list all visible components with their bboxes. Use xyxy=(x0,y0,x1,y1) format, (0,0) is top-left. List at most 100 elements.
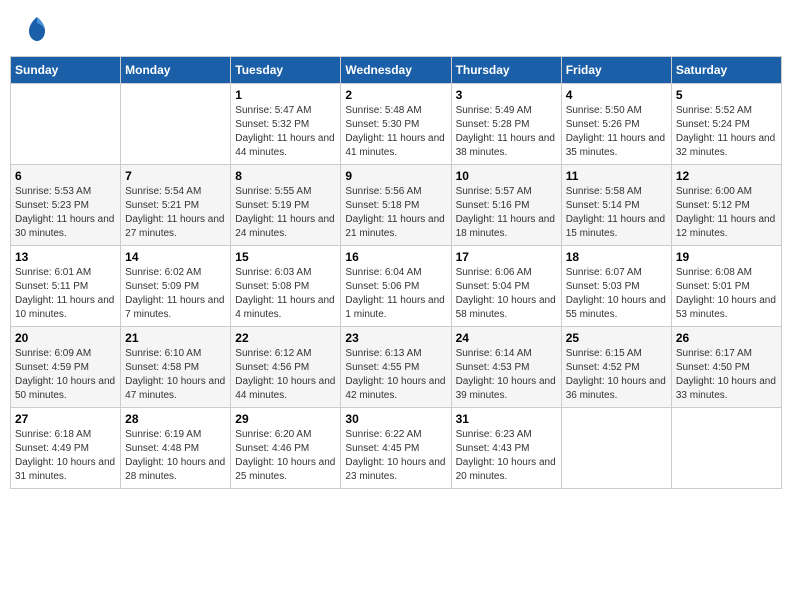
day-number: 10 xyxy=(456,169,557,183)
day-number: 12 xyxy=(676,169,777,183)
day-info: Sunrise: 6:10 AMSunset: 4:58 PMDaylight:… xyxy=(125,347,226,403)
day-info: Sunrise: 5:54 AMSunset: 5:21 PMDaylight:… xyxy=(125,185,226,241)
page-header xyxy=(10,10,782,48)
day-number: 20 xyxy=(15,331,116,345)
calendar-day-cell: 24 Sunrise: 6:14 AMSunset: 4:53 PMDayligh… xyxy=(451,327,561,408)
calendar-day-cell: 18 Sunrise: 6:07 AMSunset: 5:03 PMDayligh… xyxy=(561,246,671,327)
day-number: 31 xyxy=(456,412,557,426)
day-number: 16 xyxy=(345,250,446,264)
weekday-header: Saturday xyxy=(671,57,781,84)
calendar-day-cell: 27 Sunrise: 6:18 AMSunset: 4:49 PMDayligh… xyxy=(11,408,121,489)
calendar-day-cell: 1 Sunrise: 5:47 AMSunset: 5:32 PMDaylight… xyxy=(231,84,341,165)
day-info: Sunrise: 6:23 AMSunset: 4:43 PMDaylight:… xyxy=(456,428,557,484)
calendar-day-cell: 26 Sunrise: 6:17 AMSunset: 4:50 PMDayligh… xyxy=(671,327,781,408)
calendar-day-cell: 23Sunrise: 6:13 AMSunset: 4:55 PMDayligh… xyxy=(341,327,451,408)
calendar-day-cell: 4 Sunrise: 5:50 AMSunset: 5:26 PMDaylight… xyxy=(561,84,671,165)
day-number: 14 xyxy=(125,250,226,264)
day-info: Sunrise: 5:52 AMSunset: 5:24 PMDaylight:… xyxy=(676,104,777,160)
calendar-day-cell: 17Sunrise: 6:06 AMSunset: 5:04 PMDayligh… xyxy=(451,246,561,327)
calendar-week-row: 20 Sunrise: 6:09 AMSunset: 4:59 PMDayligh… xyxy=(11,327,782,408)
calendar-day-cell: 8 Sunrise: 5:55 AMSunset: 5:19 PMDaylight… xyxy=(231,165,341,246)
day-number: 15 xyxy=(235,250,336,264)
logo-icon xyxy=(23,15,51,43)
calendar-day-cell: 6Sunrise: 5:53 AMSunset: 5:23 PMDaylight… xyxy=(11,165,121,246)
day-number: 3 xyxy=(456,88,557,102)
day-info: Sunrise: 5:49 AMSunset: 5:28 PMDaylight:… xyxy=(456,104,557,160)
day-info: Sunrise: 5:50 AMSunset: 5:26 PMDaylight:… xyxy=(566,104,667,160)
calendar-day-cell: 29 Sunrise: 6:20 AMSunset: 4:46 PMDayligh… xyxy=(231,408,341,489)
day-info: Sunrise: 6:00 AMSunset: 5:12 PMDaylight:… xyxy=(676,185,777,241)
calendar-day-cell: 11 Sunrise: 5:58 AMSunset: 5:14 PMDayligh… xyxy=(561,165,671,246)
day-info: Sunrise: 6:09 AMSunset: 4:59 PMDaylight:… xyxy=(15,347,116,403)
day-info: Sunrise: 6:03 AMSunset: 5:08 PMDaylight:… xyxy=(235,266,336,322)
calendar-day-cell: 13Sunrise: 6:01 AMSunset: 5:11 PMDayligh… xyxy=(11,246,121,327)
day-info: Sunrise: 6:13 AMSunset: 4:55 PMDaylight:… xyxy=(345,347,446,403)
calendar-day-cell: 16Sunrise: 6:04 AMSunset: 5:06 PMDayligh… xyxy=(341,246,451,327)
calendar-day-cell xyxy=(11,84,121,165)
day-info: Sunrise: 6:07 AMSunset: 5:03 PMDaylight:… xyxy=(566,266,667,322)
day-number: 9 xyxy=(345,169,446,183)
day-info: Sunrise: 6:18 AMSunset: 4:49 PMDaylight:… xyxy=(15,428,116,484)
weekday-header: Sunday xyxy=(11,57,121,84)
day-number: 26 xyxy=(676,331,777,345)
day-number: 19 xyxy=(676,250,777,264)
calendar-day-cell: 12 Sunrise: 6:00 AMSunset: 5:12 PMDayligh… xyxy=(671,165,781,246)
calendar-table: SundayMondayTuesdayWednesdayThursdayFrid… xyxy=(10,56,782,489)
day-info: Sunrise: 6:14 AMSunset: 4:53 PMDaylight:… xyxy=(456,347,557,403)
weekday-header: Friday xyxy=(561,57,671,84)
day-number: 8 xyxy=(235,169,336,183)
day-info: Sunrise: 6:06 AMSunset: 5:04 PMDaylight:… xyxy=(456,266,557,322)
day-info: Sunrise: 6:02 AMSunset: 5:09 PMDaylight:… xyxy=(125,266,226,322)
calendar-day-cell: 3 Sunrise: 5:49 AMSunset: 5:28 PMDaylight… xyxy=(451,84,561,165)
day-info: Sunrise: 6:01 AMSunset: 5:11 PMDaylight:… xyxy=(15,266,116,322)
day-info: Sunrise: 5:57 AMSunset: 5:16 PMDaylight:… xyxy=(456,185,557,241)
day-number: 5 xyxy=(676,88,777,102)
day-number: 1 xyxy=(235,88,336,102)
calendar-day-cell xyxy=(671,408,781,489)
weekday-header: Tuesday xyxy=(231,57,341,84)
calendar-body: 1 Sunrise: 5:47 AMSunset: 5:32 PMDaylight… xyxy=(11,84,782,489)
day-number: 18 xyxy=(566,250,667,264)
day-info: Sunrise: 6:20 AMSunset: 4:46 PMDaylight:… xyxy=(235,428,336,484)
calendar-day-cell: 14 Sunrise: 6:02 AMSunset: 5:09 PMDayligh… xyxy=(121,246,231,327)
calendar-week-row: 6Sunrise: 5:53 AMSunset: 5:23 PMDaylight… xyxy=(11,165,782,246)
day-info: Sunrise: 6:08 AMSunset: 5:01 PMDaylight:… xyxy=(676,266,777,322)
day-number: 30 xyxy=(345,412,446,426)
day-info: Sunrise: 6:17 AMSunset: 4:50 PMDaylight:… xyxy=(676,347,777,403)
day-info: Sunrise: 5:48 AMSunset: 5:30 PMDaylight:… xyxy=(345,104,446,160)
calendar-day-cell: 20 Sunrise: 6:09 AMSunset: 4:59 PMDayligh… xyxy=(11,327,121,408)
calendar-day-cell xyxy=(121,84,231,165)
calendar-week-row: 27 Sunrise: 6:18 AMSunset: 4:49 PMDayligh… xyxy=(11,408,782,489)
day-info: Sunrise: 5:55 AMSunset: 5:19 PMDaylight:… xyxy=(235,185,336,241)
day-info: Sunrise: 5:47 AMSunset: 5:32 PMDaylight:… xyxy=(235,104,336,160)
day-info: Sunrise: 6:22 AMSunset: 4:45 PMDaylight:… xyxy=(345,428,446,484)
calendar-day-cell xyxy=(561,408,671,489)
day-number: 29 xyxy=(235,412,336,426)
weekday-header: Thursday xyxy=(451,57,561,84)
day-number: 22 xyxy=(235,331,336,345)
weekday-header: Monday xyxy=(121,57,231,84)
calendar-day-cell: 2 Sunrise: 5:48 AMSunset: 5:30 PMDaylight… xyxy=(341,84,451,165)
calendar-day-cell: 5 Sunrise: 5:52 AMSunset: 5:24 PMDaylight… xyxy=(671,84,781,165)
calendar-day-cell: 22 Sunrise: 6:12 AMSunset: 4:56 PMDayligh… xyxy=(231,327,341,408)
calendar-day-cell: 31 Sunrise: 6:23 AMSunset: 4:43 PMDayligh… xyxy=(451,408,561,489)
day-number: 11 xyxy=(566,169,667,183)
day-number: 2 xyxy=(345,88,446,102)
calendar-day-cell: 19 Sunrise: 6:08 AMSunset: 5:01 PMDayligh… xyxy=(671,246,781,327)
day-number: 4 xyxy=(566,88,667,102)
calendar-day-cell: 9Sunrise: 5:56 AMSunset: 5:18 PMDaylight… xyxy=(341,165,451,246)
day-number: 21 xyxy=(125,331,226,345)
calendar-day-cell: 25Sunrise: 6:15 AMSunset: 4:52 PMDayligh… xyxy=(561,327,671,408)
day-number: 24 xyxy=(456,331,557,345)
day-info: Sunrise: 6:15 AMSunset: 4:52 PMDaylight:… xyxy=(566,347,667,403)
calendar-day-cell: 15 Sunrise: 6:03 AMSunset: 5:08 PMDayligh… xyxy=(231,246,341,327)
day-info: Sunrise: 5:58 AMSunset: 5:14 PMDaylight:… xyxy=(566,185,667,241)
day-number: 28 xyxy=(125,412,226,426)
calendar-day-cell: 30 Sunrise: 6:22 AMSunset: 4:45 PMDayligh… xyxy=(341,408,451,489)
day-number: 27 xyxy=(15,412,116,426)
day-info: Sunrise: 6:12 AMSunset: 4:56 PMDaylight:… xyxy=(235,347,336,403)
calendar-week-row: 1 Sunrise: 5:47 AMSunset: 5:32 PMDaylight… xyxy=(11,84,782,165)
weekday-header-row: SundayMondayTuesdayWednesdayThursdayFrid… xyxy=(11,57,782,84)
calendar-day-cell: 7Sunrise: 5:54 AMSunset: 5:21 PMDaylight… xyxy=(121,165,231,246)
calendar-day-cell: 10 Sunrise: 5:57 AMSunset: 5:16 PMDayligh… xyxy=(451,165,561,246)
